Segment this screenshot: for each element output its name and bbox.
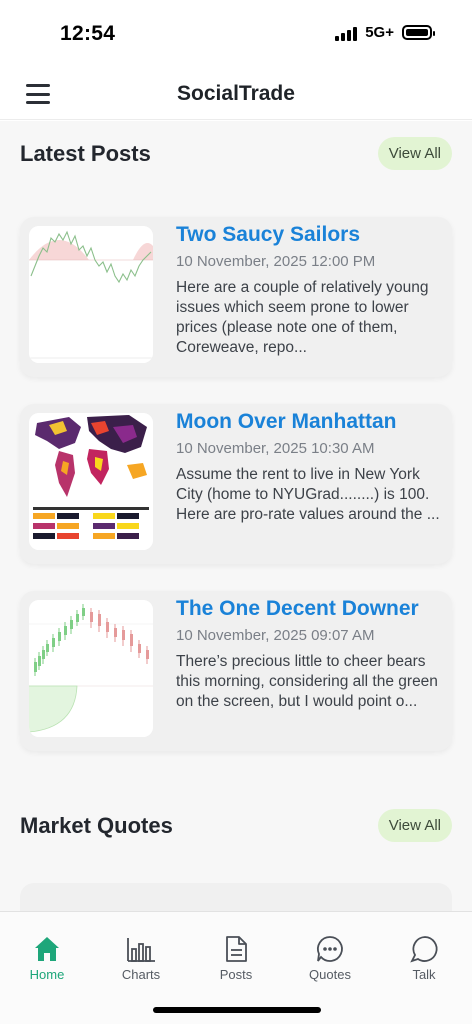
post-date: 10 November, 2025 12:00 PM bbox=[176, 253, 376, 270]
post-excerpt: Here are a couple of relatively young is… bbox=[176, 279, 429, 356]
nav-charts[interactable]: Charts bbox=[106, 934, 176, 982]
status-indicators: 5G+ bbox=[335, 24, 435, 41]
post-title[interactable]: Two Saucy Sailors bbox=[176, 223, 440, 247]
network-label: 5G+ bbox=[365, 24, 394, 41]
nav-quotes[interactable]: Quotes bbox=[295, 934, 365, 982]
post-card[interactable]: Moon Over Manhattan 10 November, 2025 10… bbox=[20, 404, 452, 564]
market-quotes-card[interactable] bbox=[20, 883, 452, 911]
market-quotes-title: Market Quotes bbox=[20, 812, 173, 838]
app-title: SocialTrade bbox=[177, 82, 295, 105]
post-date: 10 November, 2025 09:07 AM bbox=[176, 627, 375, 644]
nav-label: Posts bbox=[219, 967, 253, 982]
post-excerpt: Assume the rent to live in New York City… bbox=[176, 466, 440, 523]
chat-dots-icon bbox=[317, 936, 343, 962]
app-header: SocialTrade bbox=[0, 70, 472, 120]
bar-chart-icon bbox=[127, 938, 155, 962]
market-quotes-header: Market Quotes View All bbox=[20, 809, 452, 842]
stock-chart-thumbnail bbox=[29, 226, 153, 363]
post-card[interactable]: The One Decent Downer 10 November, 2025 … bbox=[20, 591, 452, 751]
status-bar: 12:54 5G+ bbox=[0, 0, 472, 70]
world-map-thumbnail bbox=[29, 413, 153, 550]
candlestick-chart-thumbnail bbox=[29, 600, 153, 737]
nav-label: Home bbox=[29, 967, 65, 982]
home-indicator bbox=[153, 1007, 321, 1013]
signal-bars-icon bbox=[335, 25, 358, 41]
nav-home[interactable]: Home bbox=[12, 934, 82, 982]
post-text: Moon Over Manhattan 10 November, 2025 10… bbox=[176, 404, 440, 545]
home-icon bbox=[35, 937, 59, 961]
nav-talk[interactable]: Talk bbox=[389, 934, 459, 982]
nav-label: Charts bbox=[121, 967, 161, 982]
main-content[interactable]: Latest Posts View All Two Saucy Sailors … bbox=[0, 121, 472, 911]
chat-bubble-icon bbox=[410, 936, 438, 963]
nav-posts[interactable]: Posts bbox=[201, 934, 271, 982]
nav-label: Quotes bbox=[309, 967, 351, 982]
post-title[interactable]: Moon Over Manhattan bbox=[176, 410, 440, 434]
post-excerpt: There’s precious little to cheer bears t… bbox=[176, 653, 438, 710]
post-text: The One Decent Downer 10 November, 2025 … bbox=[176, 591, 440, 732]
post-title[interactable]: The One Decent Downer bbox=[176, 597, 440, 621]
bottom-nav: Home Charts Posts Quotes Talk bbox=[0, 911, 472, 1024]
nav-label: Talk bbox=[412, 967, 436, 982]
post-text: Two Saucy Sailors 10 November, 2025 12:0… bbox=[176, 217, 440, 358]
battery-full-icon bbox=[402, 25, 435, 40]
latest-posts-view-all-button[interactable]: View All bbox=[377, 137, 452, 170]
post-date: 10 November, 2025 10:30 AM bbox=[176, 440, 375, 457]
market-quotes-view-all-button[interactable]: View All bbox=[377, 809, 452, 842]
post-card[interactable]: Two Saucy Sailors 10 November, 2025 12:0… bbox=[20, 217, 452, 377]
status-time: 12:54 bbox=[60, 22, 116, 45]
latest-posts-title: Latest Posts bbox=[20, 140, 151, 166]
document-icon bbox=[226, 936, 247, 962]
latest-posts-header: Latest Posts View All bbox=[20, 137, 452, 170]
